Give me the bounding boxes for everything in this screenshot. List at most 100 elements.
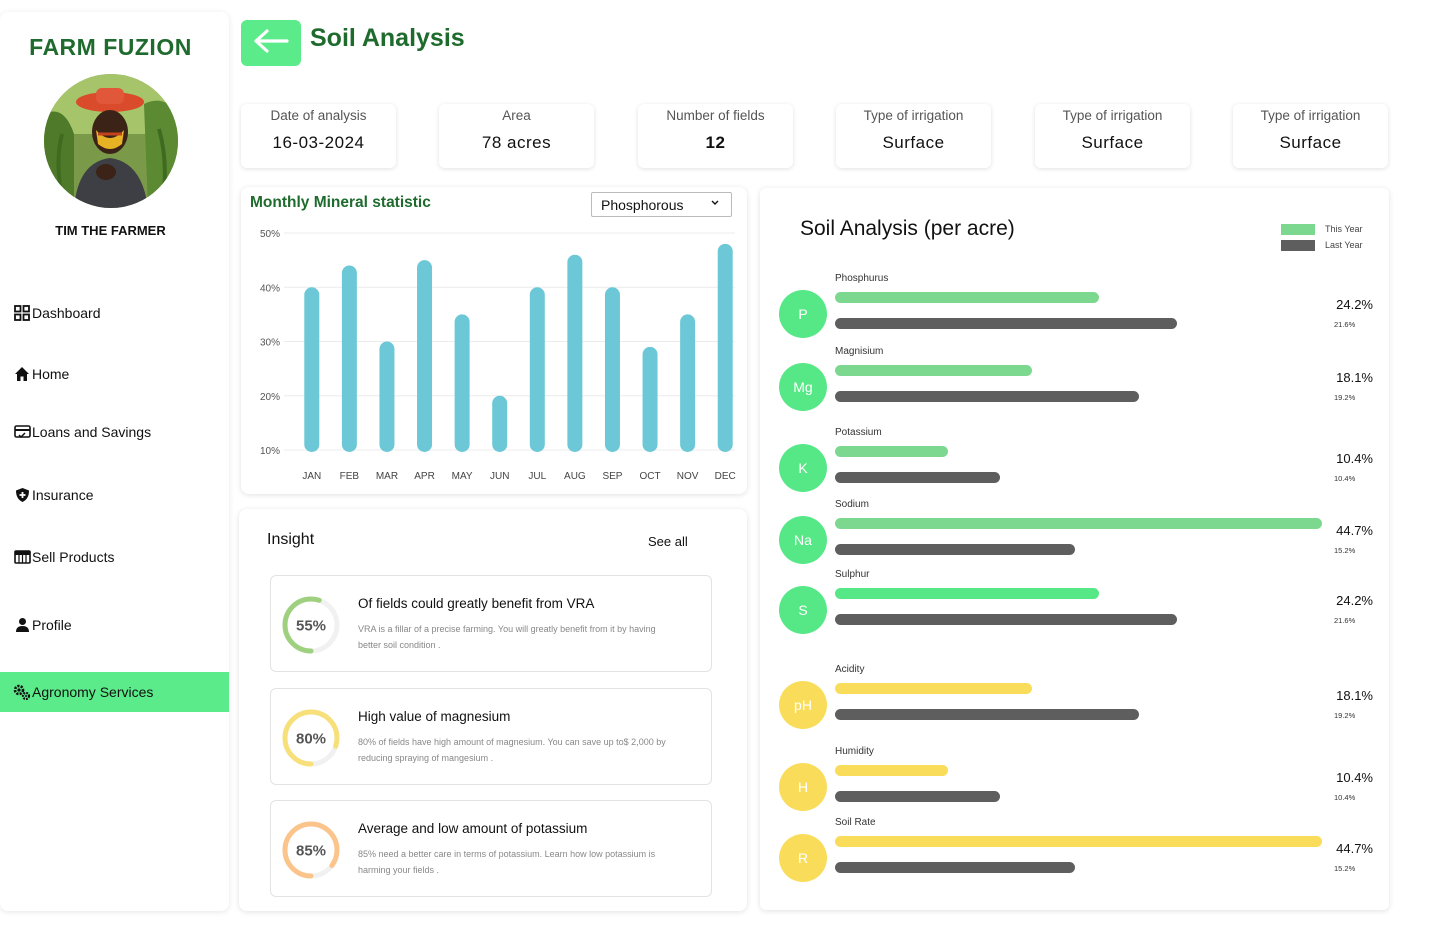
mineral-name: Humidity — [835, 746, 874, 757]
nav-label: Loans and Savings — [32, 424, 152, 440]
progress-ring: 55% — [282, 596, 340, 654]
stat-label: Type of irrigation — [1260, 108, 1361, 123]
stat-label: Number of fields — [666, 108, 765, 123]
monthly-mineral-card: 10% 20% 30% 40% 50% JAN FEB MAR APR MAY JUN JUL AUG S… — [241, 187, 747, 494]
last-year-value: 10.4% — [1334, 474, 1356, 483]
mineral-symbol-badge: R — [779, 834, 827, 882]
x-tick-label: JAN — [302, 471, 321, 482]
legend-label: This Year — [1325, 224, 1363, 234]
mineral-name: Soil Rate — [835, 817, 876, 828]
bar — [379, 341, 395, 452]
stat-label: Date of analysis — [270, 108, 367, 123]
this-year-value: 18.1% — [1336, 370, 1373, 385]
last-year-bar — [835, 709, 1139, 720]
this-year-bar — [835, 765, 949, 776]
bar — [680, 314, 696, 452]
x-tick-label: OCT — [639, 471, 660, 482]
bar — [492, 395, 508, 452]
legend-label: Last Year — [1325, 240, 1363, 250]
x-tick-label: MAR — [376, 471, 398, 482]
back-button[interactable] — [241, 20, 301, 66]
insight-item-title: Average and low amount of potassium — [358, 821, 588, 836]
x-tick-label: APR — [414, 471, 435, 482]
y-tick-label: 40% — [260, 283, 280, 294]
stat-number-of-fields: Number of fields 12 — [638, 104, 793, 168]
insight-item[interactable]: 80% High value of magnesium 80% of field… — [270, 688, 712, 785]
stat-date-of-analysis: Date of analysis 16-03-2024 — [241, 104, 396, 168]
nav-sell-products[interactable]: Sell Products — [0, 537, 229, 577]
insight-title: Insight — [267, 531, 315, 548]
mineral-symbol-badge: K — [779, 444, 827, 492]
last-year-bar — [835, 614, 1177, 625]
nav-profile[interactable]: Profile — [0, 605, 229, 645]
insight-item[interactable]: 55% Of fields could greatly benefit from… — [270, 575, 712, 672]
stat-value: 12 — [705, 133, 726, 152]
bar — [417, 260, 433, 452]
legend-swatch — [1281, 239, 1315, 251]
x-tick-label: FEB — [340, 471, 360, 482]
mineral-name: Potassium — [835, 427, 882, 438]
x-tick-label: AUG — [564, 471, 586, 482]
see-all-link[interactable]: See all — [648, 534, 688, 549]
mineral-select[interactable]: Phosphorous — [591, 192, 732, 217]
last-year-bar — [835, 391, 1139, 402]
last-year-value: 15.2% — [1334, 546, 1356, 555]
this-year-value: 44.7% — [1336, 523, 1373, 538]
last-year-value: 21.6% — [1334, 616, 1356, 625]
x-tick-label: NOV — [677, 471, 699, 482]
insight-item-title: High value of magnesium — [358, 709, 511, 724]
last-year-bar — [835, 318, 1177, 329]
shield-icon — [12, 485, 32, 505]
last-year-bar — [835, 862, 1076, 873]
bar — [642, 346, 658, 452]
mineral-symbol-badge: Mg — [779, 363, 827, 411]
mineral-name: Acidity — [835, 664, 865, 675]
mineral-symbol-badge: S — [779, 586, 827, 634]
x-tick-label: JUN — [490, 471, 509, 482]
arrow-left-icon — [253, 28, 289, 58]
nav-loans[interactable]: Loans and Savings — [0, 412, 229, 452]
chevron-down-icon — [711, 198, 719, 208]
y-tick-label: 20% — [260, 392, 280, 403]
nav-agronomy-services[interactable]: Agronomy Services — [0, 672, 229, 712]
nav-label: Agronomy Services — [32, 684, 154, 700]
ring-percentage: 80% — [296, 731, 326, 748]
nav-dashboard[interactable]: Dashboard — [0, 293, 229, 333]
this-year-bar — [835, 446, 949, 457]
bar — [604, 287, 620, 452]
brand-logo: FARM FUZION — [29, 34, 192, 60]
insight-item-desc: VRA is a fillar of a precise farming. Yo… — [358, 624, 656, 650]
this-year-bar — [835, 292, 1099, 303]
mineral-symbol-badge: pH — [779, 681, 827, 729]
y-tick-label: 30% — [260, 338, 280, 349]
insight-item[interactable]: 85% Average and low amount of potassium … — [270, 800, 712, 897]
x-tick-label: MAY — [452, 471, 473, 482]
bar — [717, 243, 733, 452]
stat-value: 16-03-2024 — [272, 133, 365, 152]
nav-label: Sell Products — [32, 549, 115, 565]
bar — [529, 287, 545, 452]
last-year-bar — [835, 544, 1076, 555]
stat-value: Surface — [1081, 133, 1144, 152]
this-year-value: 18.1% — [1336, 688, 1373, 703]
x-tick-label: SEP — [602, 471, 622, 482]
nav-insurance[interactable]: Insurance — [0, 475, 229, 515]
y-tick-label: 50% — [260, 229, 280, 240]
x-tick-label: JUL — [528, 471, 546, 482]
last-year-bar — [835, 791, 1000, 802]
stat-irrigation-type: Type of irrigation Surface — [1233, 104, 1388, 168]
legend-swatch — [1281, 223, 1315, 235]
x-tick-label: DEC — [715, 471, 736, 482]
nav-label: Insurance — [32, 487, 94, 503]
mineral-name: Phosphurus — [835, 273, 889, 284]
this-year-bar — [835, 518, 1322, 529]
stat-irrigation-type: Type of irrigation Surface — [836, 104, 991, 168]
user-name: TIM THE FARMER — [55, 223, 166, 238]
mineral-name: Sulphur — [835, 569, 870, 580]
last-year-value: 19.2% — [1334, 393, 1356, 402]
stat-irrigation-type: Type of irrigation Surface — [1035, 104, 1190, 168]
nav-label: Dashboard — [32, 305, 101, 321]
nav-home[interactable]: Home — [0, 354, 229, 394]
insight-item-desc: 85% need a better care in terms of potas… — [358, 849, 656, 875]
mineral-symbol-badge: H — [779, 763, 827, 811]
